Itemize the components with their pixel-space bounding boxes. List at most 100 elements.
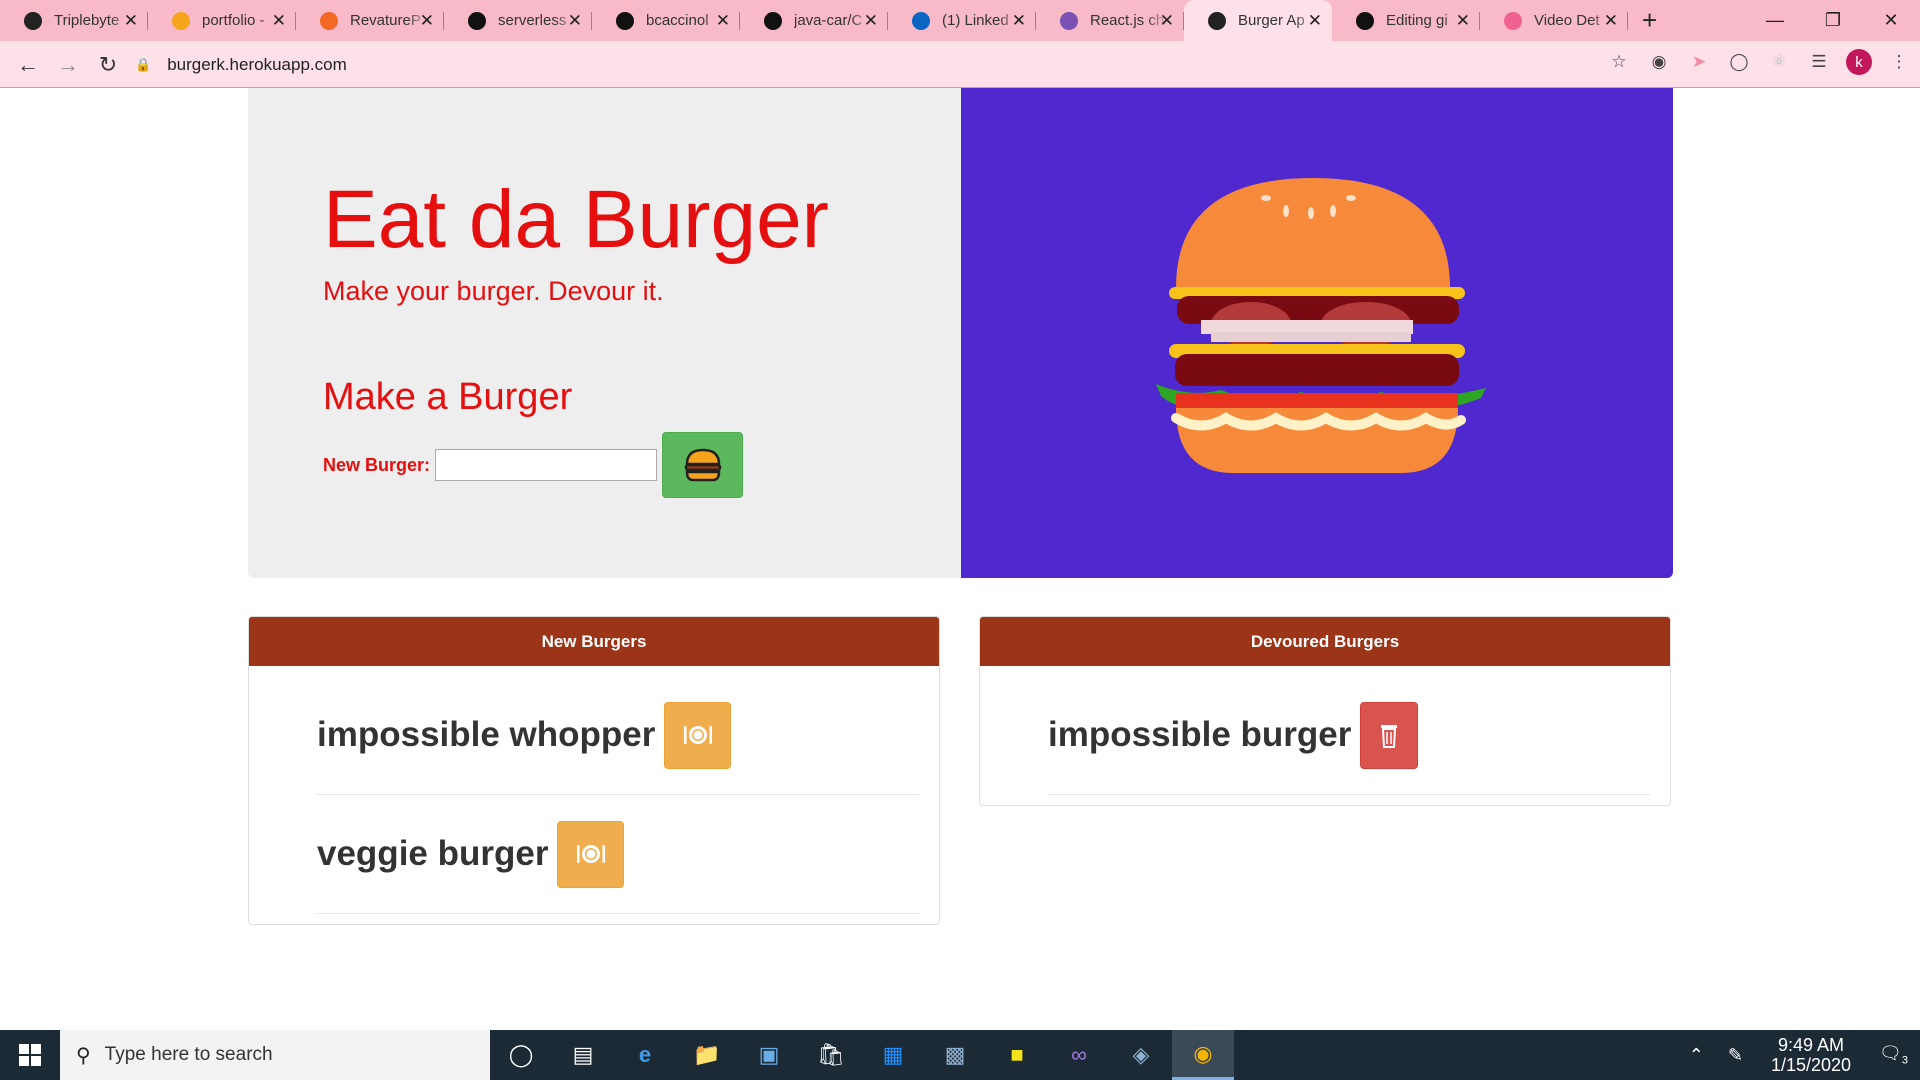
new-tab-icon[interactable]: + [1642,5,1657,36]
minimize-icon[interactable]: — [1746,0,1804,40]
browser-tab[interactable]: (1) Linked ✕ [888,0,1036,41]
close-tab-icon[interactable]: ✕ [1604,11,1618,31]
visual-studio-icon[interactable]: ∞ [1048,1030,1110,1080]
media-queue-icon[interactable]: ☰ [1806,49,1832,75]
windows-start-icon[interactable] [0,1030,60,1080]
close-tab-icon[interactable]: ✕ [716,11,730,31]
extension-circle-icon[interactable]: ◯ [1726,49,1752,75]
chrome-icon[interactable]: ◉ [1172,1030,1234,1080]
window-controls: — ❐ ✕ [1746,0,1920,40]
extension-grammarly-icon[interactable]: ◉ [1646,49,1672,75]
restore-icon[interactable]: ❐ [1804,0,1862,40]
remote-desktop-icon[interactable]: ▩ [924,1030,986,1080]
list-item: veggie burger [317,795,919,914]
devoured-burgers-heading: Devoured Burgers [980,617,1670,666]
devour-button[interactable] [557,820,625,888]
tab-title: Editing gi [1386,12,1448,29]
tab-title: (1) Linked [942,12,1009,29]
add-burger-button[interactable] [662,432,744,498]
triplebyte-icon [24,11,42,30]
github-icon [764,11,782,30]
forward-icon[interactable]: → [48,52,88,78]
tab-strip: Triplebyte ✕ portfolio - ✕ RevatureP ✕ serverl… [0,0,1920,41]
new-burger-label: New Burger: [323,454,431,475]
browser-tab[interactable]: Triplebyte ✕ [0,0,148,41]
close-tab-icon[interactable]: ✕ [272,11,286,31]
revature-icon [320,11,338,30]
browser-tab[interactable]: portfolio - ✕ [148,0,296,41]
github-icon [1356,11,1374,30]
trash-icon [1381,725,1398,748]
edge-icon[interactable]: e [614,1030,676,1080]
reload-icon[interactable]: ↻ [88,52,128,78]
browser-chrome: Triplebyte ✕ portfolio - ✕ RevatureP ✕ serverl… [0,0,1920,89]
extension-react-icon[interactable]: ⚛ [1766,49,1792,75]
postgres-icon[interactable]: ◈ [1110,1030,1172,1080]
close-tab-icon[interactable]: ✕ [124,11,138,31]
notifications-icon[interactable]: 🗨3 [1867,1043,1920,1067]
clock[interactable]: 9:49 AM 1/15/2020 [1755,1035,1867,1075]
taskbar-search[interactable]: ⚲ Type here to search [60,1030,490,1080]
tab-title: RevatureP [350,12,421,29]
browser-tab[interactable]: serverless ✕ [444,0,592,41]
tab-title: bcaccinol [646,12,709,29]
globe-icon [1208,11,1226,30]
store-icon[interactable]: 🛍 [800,1030,862,1080]
profile-avatar[interactable]: k [1846,49,1872,75]
browser-tab[interactable]: Burger Ap ✕ [1184,0,1332,41]
devoured-burgers-list: impossible burger [980,666,1670,805]
task-view-icon[interactable]: ▤ [552,1030,614,1080]
new-burgers-list: impossible whopper veggie burger [249,666,939,924]
clock-time: 9:49 AM [1777,1035,1844,1055]
browser-tab[interactable]: java-car/C ✕ [740,0,888,41]
close-tab-icon[interactable]: ✕ [1456,11,1470,31]
tab-title: React.js ch [1090,12,1165,29]
page-subtitle: Make your burger. Devour it. [323,276,664,306]
browser-tab[interactable]: RevatureP ✕ [296,0,444,41]
new-burger-input[interactable] [435,449,658,481]
plate-cutlery-icon [683,726,712,744]
tray-chevron-icon[interactable]: ⌃ [1677,1045,1716,1066]
browser-tab[interactable]: bcaccinol ✕ [592,0,740,41]
close-tab-icon[interactable]: ✕ [1012,11,1026,31]
bookmark-star-icon[interactable]: ☆ [1606,49,1632,75]
address-bar[interactable]: 🔒 burgerk.herokuapp.com [135,48,1585,81]
pen-icon[interactable]: ✎ [1716,1045,1755,1066]
notification-count: 3 [1901,1054,1908,1067]
close-tab-icon[interactable]: ✕ [1308,11,1322,31]
list-item: impossible burger [1048,676,1650,795]
sticky-notes-icon[interactable]: ■ [986,1030,1048,1080]
burger-name: impossible whopper [317,715,656,754]
close-tab-icon[interactable]: ✕ [568,11,582,31]
windows-taskbar: ⚲ Type here to search ◯ ▤ e 📁 ▣ 🛍 ▦ ▩ ■ … [0,1030,1920,1080]
back-icon[interactable]: ← [8,52,48,78]
close-tab-icon[interactable]: ✕ [420,11,434,31]
new-burgers-heading: New Burgers [249,617,939,666]
linkedin-icon [912,11,930,30]
desktop-app-icon[interactable]: ▣ [738,1030,800,1080]
outlook-icon[interactable]: ▦ [862,1030,924,1080]
file-explorer-icon[interactable]: 📁 [676,1030,738,1080]
tab-title: Video Det [1534,12,1600,29]
burger-icon [684,448,721,482]
burger-form: New Burger: [323,432,744,498]
tab-title: java-car/C [794,12,863,29]
close-tab-icon[interactable]: ✕ [864,11,878,31]
browser-tab[interactable]: React.js ch ✕ [1036,0,1184,41]
hero-right [961,88,1673,578]
lock-icon: 🔒 [135,56,152,72]
devour-button[interactable] [664,701,732,769]
video-icon [1504,11,1522,30]
extension-arrow-icon[interactable]: ➤ [1686,49,1712,75]
page-title: Eat da Burger [323,174,829,265]
list-item: impossible whopper [317,676,919,795]
browser-tab[interactable]: Video Det ✕ [1480,0,1628,41]
delete-button[interactable] [1360,701,1419,769]
close-window-icon[interactable]: ✕ [1862,0,1920,40]
browser-tab[interactable]: Editing gi ✕ [1332,0,1480,41]
system-tray: ⌃ ✎ 9:49 AM 1/15/2020 🗨3 [1677,1030,1920,1080]
menu-kebab-icon[interactable]: ⋮ [1886,49,1912,75]
close-tab-icon[interactable]: ✕ [1160,11,1174,31]
form-title: Make a Burger [323,376,573,418]
cortana-icon[interactable]: ◯ [490,1030,552,1080]
